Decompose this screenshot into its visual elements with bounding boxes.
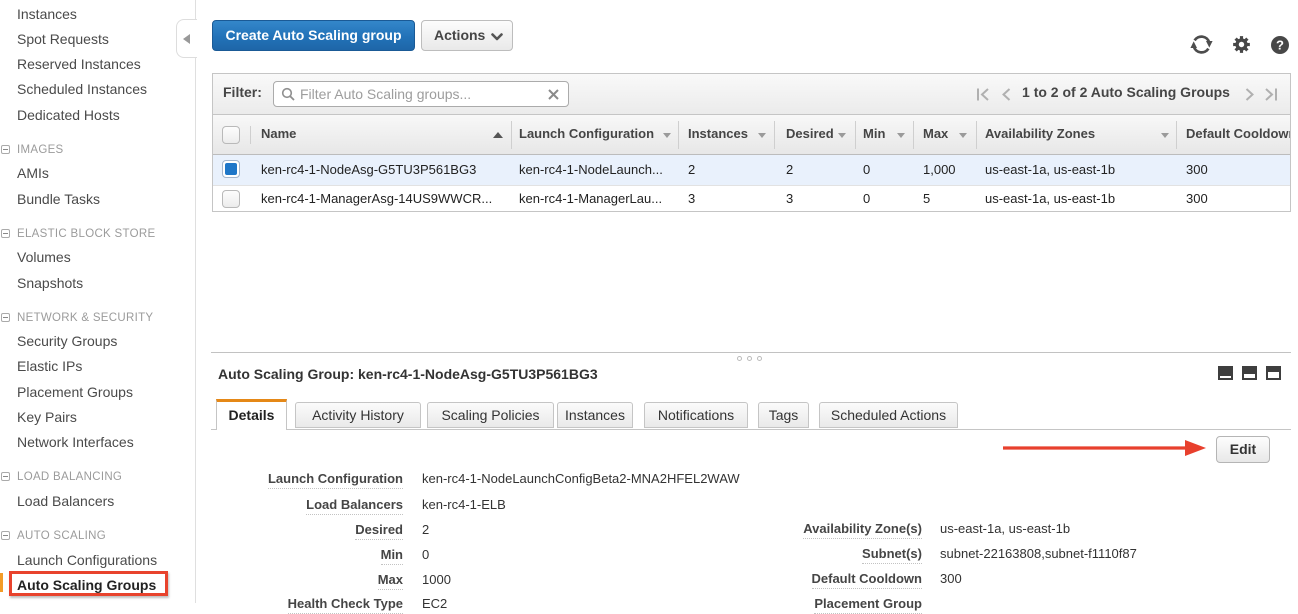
svg-text:?: ? [1276, 38, 1284, 53]
